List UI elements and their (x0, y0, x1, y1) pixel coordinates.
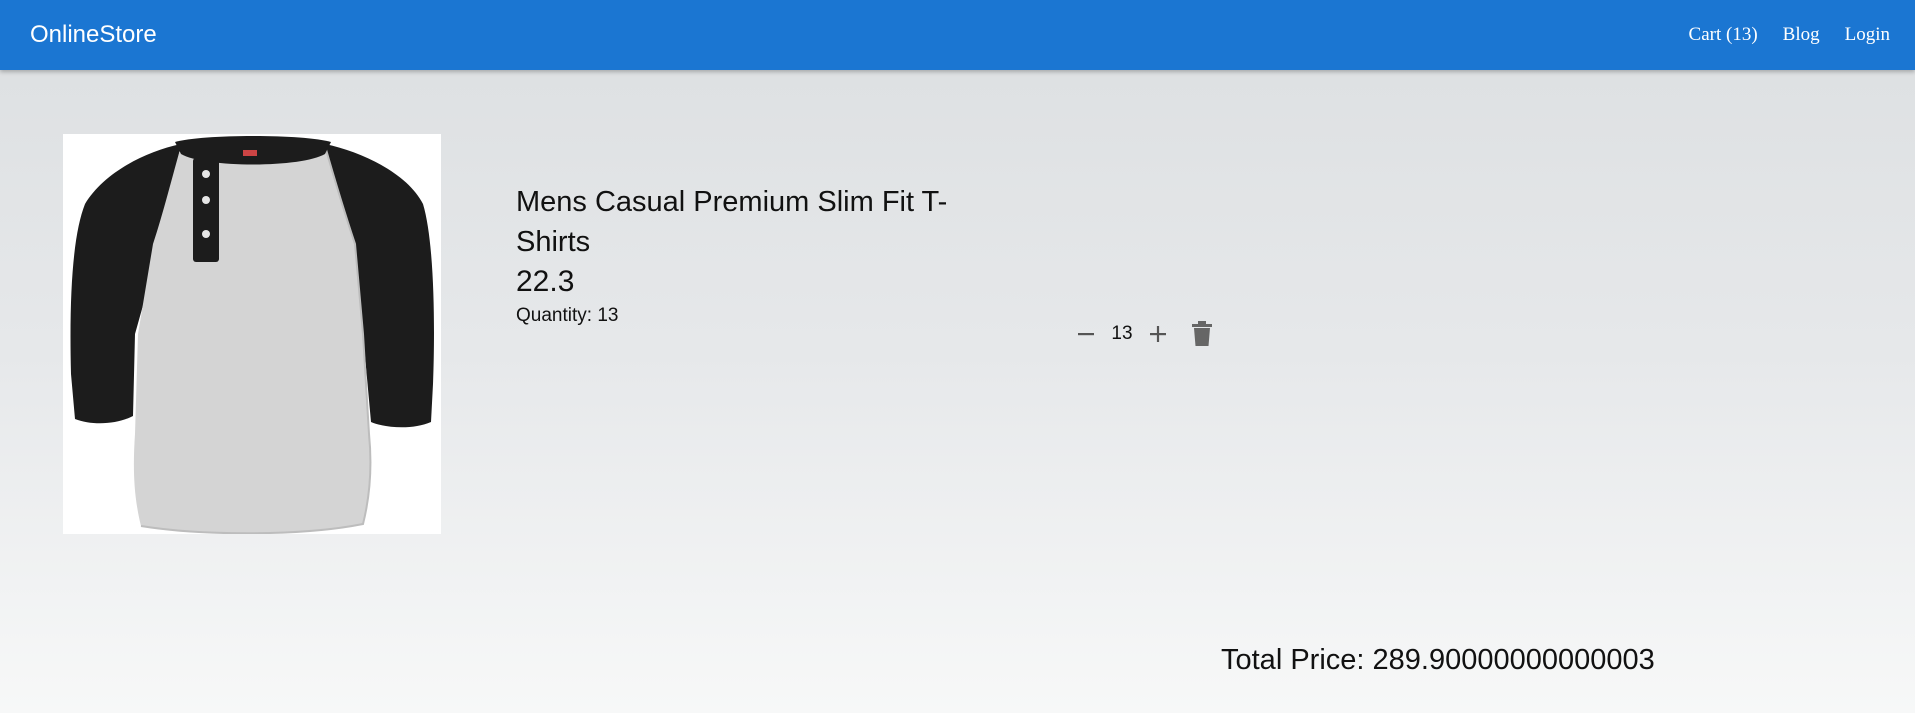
decrement-button[interactable] (1070, 318, 1102, 350)
navbar: OnlineStore Cart (13) Blog Login (0, 0, 1915, 70)
nav-links: Cart (13) Blog Login (1664, 24, 1890, 46)
total-price: Total Price: 289.90000000000003 (1221, 644, 1655, 676)
plus-icon (1150, 326, 1166, 342)
nav-link-cart[interactable]: Cart (13) (1689, 24, 1758, 46)
increment-button[interactable] (1142, 318, 1174, 350)
product-image (63, 134, 441, 535)
product-quantity-label: Quantity: 13 (516, 305, 619, 326)
nav-link-login[interactable]: Login (1845, 24, 1890, 46)
cart-item-info: Mens Casual Premium Slim Fit T-Shirts 22… (516, 182, 1016, 328)
tshirt-illustration (70, 136, 434, 535)
trash-icon (1192, 321, 1212, 346)
quantity-stepper: 13 (1070, 318, 1218, 350)
minus-icon (1078, 333, 1094, 336)
quantity-value: 13 (1111, 323, 1133, 344)
brand-logo[interactable]: OnlineStore (30, 21, 157, 49)
product-title: Mens Casual Premium Slim Fit T-Shirts (516, 186, 948, 258)
product-price: 22.3 (516, 265, 575, 298)
nav-link-blog[interactable]: Blog (1783, 24, 1820, 46)
delete-button[interactable] (1186, 318, 1218, 350)
